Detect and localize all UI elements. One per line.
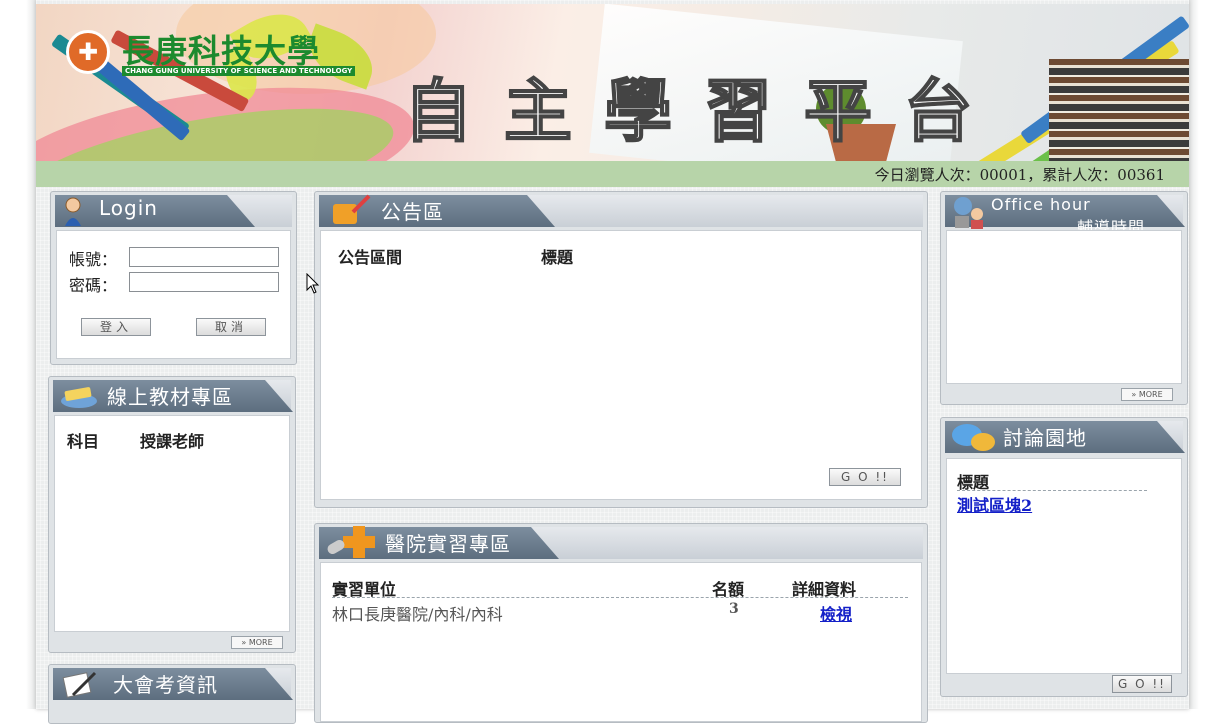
banner: ✚ 長庚科技大學 CHANG GUNG UNIVERSITY OF SCIENC… bbox=[36, 4, 1189, 161]
office-hour-body bbox=[946, 230, 1182, 384]
forum-panel: 討論園地 標題 測試區塊2 G O !! bbox=[940, 417, 1188, 697]
login-panel: Login 帳號： 密碼： 登入 取消 bbox=[50, 191, 297, 365]
visitor-bar: 今日瀏覽人次：00001，累計人次：00361 bbox=[36, 161, 1189, 187]
hospital-panel: 醫院實習專區 實習單位 名額 詳細資料 林口長庚醫院/內科/內科 3 檢視 bbox=[314, 523, 928, 723]
unit-cell: 林口長庚醫院/內科/內科 bbox=[332, 605, 503, 624]
account-input[interactable] bbox=[129, 247, 279, 267]
announcement-body: 公告區間 標題 G O !! bbox=[320, 230, 922, 500]
office-hour-panel: Office hour 輔導時間 » MORE bbox=[940, 191, 1188, 405]
password-input[interactable] bbox=[129, 272, 279, 292]
view-detail-link[interactable]: 檢視 bbox=[820, 601, 852, 625]
notepad-icon bbox=[59, 669, 99, 699]
medical-cross-icon bbox=[323, 524, 379, 560]
logo-english-name: CHANG GUNG UNIVERSITY OF SCIENCE AND TEC… bbox=[122, 66, 356, 76]
forum-body: 標題 測試區塊2 bbox=[946, 458, 1182, 674]
materials-panel: 線上教材專區 科目 授課老師 » MORE bbox=[48, 376, 296, 653]
forum-post-link[interactable]: 測試區塊2 bbox=[957, 492, 1032, 516]
login-body: 帳號： 密碼： 登入 取消 bbox=[56, 230, 291, 359]
password-label: 密碼： bbox=[69, 276, 118, 295]
materials-body: 科目 授課老師 bbox=[54, 415, 290, 632]
university-logo[interactable]: ✚ 長庚科技大學 CHANG GUNG UNIVERSITY OF SCIENC… bbox=[66, 24, 396, 80]
cancel-button[interactable]: 取消 bbox=[196, 318, 266, 336]
period-column-header: 公告區間 bbox=[338, 248, 403, 267]
materials-more-button[interactable]: » MORE bbox=[231, 636, 283, 649]
logo-emblem-icon: ✚ bbox=[66, 30, 110, 74]
books-image bbox=[1049, 59, 1189, 161]
login-title: Login bbox=[99, 196, 158, 220]
mouse-cursor-icon bbox=[306, 273, 320, 294]
announcement-title: 公告區 bbox=[381, 200, 444, 224]
account-label: 帳號： bbox=[69, 250, 118, 269]
forum-divider bbox=[957, 490, 1147, 491]
book-icon bbox=[59, 381, 99, 411]
site-title: 自主學習平台 bbox=[403, 71, 1005, 153]
login-button[interactable]: 登入 bbox=[81, 318, 151, 336]
office-hour-more-button[interactable]: » MORE bbox=[1121, 388, 1173, 401]
page: ✚ 長庚科技大學 CHANG GUNG UNIVERSITY OF SCIENC… bbox=[36, 0, 1189, 724]
people-icon bbox=[949, 194, 989, 230]
chat-bubbles-icon bbox=[949, 420, 999, 454]
megaphone-icon bbox=[329, 194, 375, 228]
forum-go-button[interactable]: G O !! bbox=[1112, 675, 1172, 693]
header-divider bbox=[332, 597, 908, 598]
page-shadow-left bbox=[26, 0, 36, 709]
quota-cell: 3 bbox=[729, 601, 739, 617]
forum-title: 討論園地 bbox=[1003, 426, 1087, 450]
announcement-go-button[interactable]: G O !! bbox=[829, 468, 901, 486]
hospital-body: 實習單位 名額 詳細資料 林口長庚醫院/內科/內科 3 檢視 bbox=[320, 562, 922, 722]
page-shadow-right bbox=[1189, 0, 1199, 709]
office-hour-title-en: Office hour bbox=[991, 195, 1091, 214]
announcement-panel: 公告區 公告區間 標題 G O !! bbox=[314, 191, 928, 508]
subject-column-header: 科目 bbox=[67, 432, 100, 451]
exam-title: 大會考資訊 bbox=[113, 673, 218, 697]
teacher-column-header: 授課老師 bbox=[140, 432, 205, 451]
exam-panel: 大會考資訊 bbox=[48, 664, 296, 724]
hospital-title: 醫院實習專區 bbox=[385, 532, 511, 556]
visitor-counter: 今日瀏覽人次：00001，累計人次：00361 bbox=[874, 166, 1165, 184]
title-column-header: 標題 bbox=[541, 248, 574, 267]
materials-title: 線上教材專區 bbox=[107, 385, 233, 409]
user-icon bbox=[63, 196, 83, 226]
